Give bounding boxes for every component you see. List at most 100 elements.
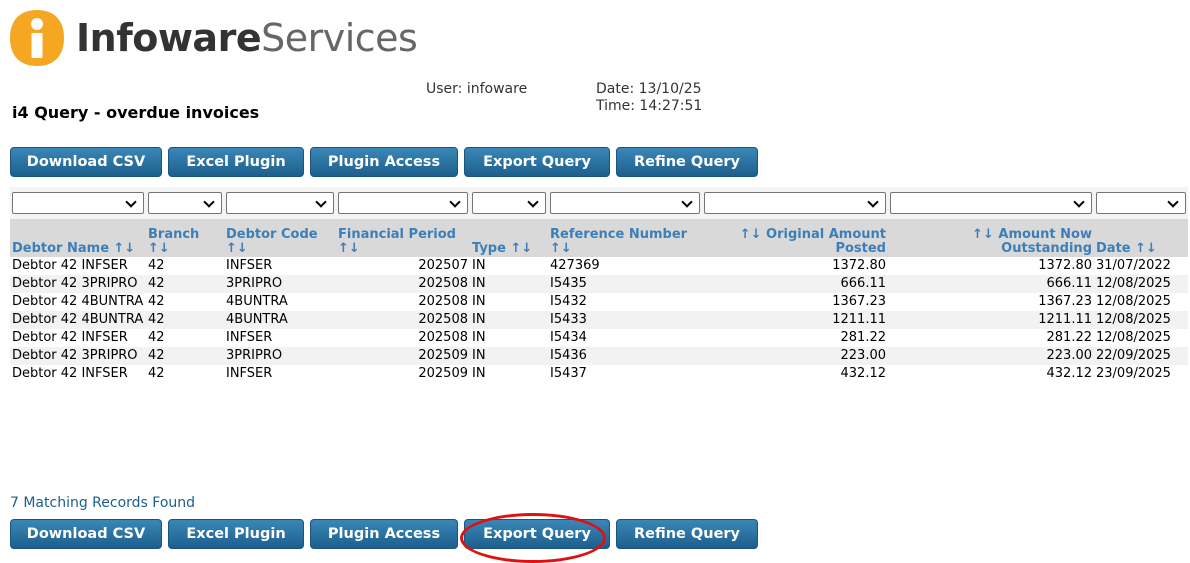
cell-financial-period: 202508 xyxy=(336,329,470,347)
excel-plugin-button[interactable]: Excel Plugin xyxy=(168,519,304,549)
cell-reference-number: I5432 xyxy=(548,293,702,311)
cell-type: IN xyxy=(470,347,548,365)
download-csv-button[interactable]: Download CSV xyxy=(10,147,162,177)
user-label: User: infoware xyxy=(426,81,528,97)
cell-original-amount: 223.00 xyxy=(702,347,888,365)
cell-debtor-name: Debtor 42 INFSER xyxy=(10,257,146,275)
filter-date-select[interactable] xyxy=(1096,192,1186,214)
column-header-type[interactable]: Type ↑↓ xyxy=(470,219,548,257)
cell-branch: 42 xyxy=(146,257,224,275)
cell-debtor-code: INFSER xyxy=(224,329,336,347)
cell-amount-outstanding: 1372.80 xyxy=(888,257,1094,275)
cell-debtor-name: Debtor 42 INFSER xyxy=(10,329,146,347)
cell-financial-period: 202507 xyxy=(336,257,470,275)
filter-debtor-name-select[interactable] xyxy=(12,192,144,214)
table-row: Debtor 42 3PRIPRO 42 3PRIPRO 202508 IN I… xyxy=(10,275,1188,293)
column-header-branch[interactable]: Branch ↑↓ xyxy=(146,219,224,257)
cell-reference-number: I5437 xyxy=(548,365,702,383)
export-query-button[interactable]: Export Query xyxy=(464,519,610,549)
page-title: i4 Query - overdue invoices xyxy=(12,103,260,122)
filter-branch-select[interactable] xyxy=(148,192,222,214)
cell-date: 12/08/2025 xyxy=(1094,293,1188,311)
header-row: Debtor Name ↑↓ Branch ↑↓ Debtor Code ↑↓ … xyxy=(10,219,1188,257)
cell-branch: 42 xyxy=(146,329,224,347)
filter-original-amount-select[interactable] xyxy=(704,192,886,214)
column-header-debtor-code[interactable]: Debtor Code ↑↓ xyxy=(224,219,336,257)
cell-reference-number: I5436 xyxy=(548,347,702,365)
cell-amount-outstanding: 666.11 xyxy=(888,275,1094,293)
results-table: Debtor Name ↑↓ Branch ↑↓ Debtor Code ↑↓ … xyxy=(10,187,1188,383)
cell-debtor-code: 4BUNTRA xyxy=(224,311,336,329)
cell-reference-number: I5434 xyxy=(548,329,702,347)
cell-date: 12/08/2025 xyxy=(1094,275,1188,293)
cell-original-amount: 1372.80 xyxy=(702,257,888,275)
cell-type: IN xyxy=(470,257,548,275)
table-row: Debtor 42 INFSER 42 INFSER 202507 IN 427… xyxy=(10,257,1188,275)
filter-row xyxy=(10,187,1188,219)
column-header-amount-outstanding[interactable]: ↑↓ Amount Now Outstanding xyxy=(888,219,1094,257)
cell-financial-period: 202508 xyxy=(336,293,470,311)
cell-debtor-code: 4BUNTRA xyxy=(224,293,336,311)
table-row: Debtor 42 4BUNTRA 42 4BUNTRA 202508 IN I… xyxy=(10,293,1188,311)
cell-date: 12/08/2025 xyxy=(1094,329,1188,347)
cell-financial-period: 202509 xyxy=(336,347,470,365)
cell-amount-outstanding: 1211.11 xyxy=(888,311,1094,329)
cell-branch: 42 xyxy=(146,347,224,365)
cell-debtor-name: Debtor 42 INFSER xyxy=(10,365,146,383)
filter-amount-outstanding-select[interactable] xyxy=(890,192,1092,214)
cell-original-amount: 1367.23 xyxy=(702,293,888,311)
info-icon xyxy=(10,10,64,66)
cell-debtor-code: INFSER xyxy=(224,257,336,275)
cell-type: IN xyxy=(470,293,548,311)
column-header-financial-period[interactable]: Financial Period ↑↓ xyxy=(336,219,470,257)
export-query-button[interactable]: Export Query xyxy=(464,147,610,177)
cell-branch: 42 xyxy=(146,275,224,293)
cell-original-amount: 666.11 xyxy=(702,275,888,293)
cell-debtor-name: Debtor 42 4BUNTRA xyxy=(10,311,146,329)
brand-name: InfowareServices xyxy=(76,8,418,68)
filter-financial-period-select[interactable] xyxy=(338,192,468,214)
cell-type: IN xyxy=(470,311,548,329)
cell-date: 22/09/2025 xyxy=(1094,347,1188,365)
plugin-access-button[interactable]: Plugin Access xyxy=(310,147,458,177)
cell-financial-period: 202509 xyxy=(336,365,470,383)
cell-amount-outstanding: 432.12 xyxy=(888,365,1094,383)
cell-debtor-name: Debtor 42 3PRIPRO xyxy=(10,275,146,293)
bottom-toolbar: Download CSV Excel Plugin Plugin Access … xyxy=(10,519,758,549)
table-row: Debtor 42 4BUNTRA 42 4BUNTRA 202508 IN I… xyxy=(10,311,1188,329)
cell-date: 23/09/2025 xyxy=(1094,365,1188,383)
cell-debtor-name: Debtor 42 3PRIPRO xyxy=(10,347,146,365)
cell-branch: 42 xyxy=(146,293,224,311)
filter-type-select[interactable] xyxy=(472,192,546,214)
column-header-debtor-name[interactable]: Debtor Name ↑↓ xyxy=(10,219,146,257)
column-header-reference-number[interactable]: Reference Number ↑↓ xyxy=(548,219,702,257)
cell-original-amount: 281.22 xyxy=(702,329,888,347)
cell-financial-period: 202508 xyxy=(336,311,470,329)
cell-debtor-name: Debtor 42 4BUNTRA xyxy=(10,293,146,311)
plugin-access-button[interactable]: Plugin Access xyxy=(310,519,458,549)
infoware-logo: InfowareServices xyxy=(8,8,418,68)
column-header-original-amount[interactable]: ↑↓ Original Amount Posted xyxy=(702,219,888,257)
filter-reference-number-select[interactable] xyxy=(550,192,700,214)
cell-reference-number: 427369 xyxy=(548,257,702,275)
cell-debtor-code: 3PRIPRO xyxy=(224,347,336,365)
cell-reference-number: I5433 xyxy=(548,311,702,329)
column-header-date[interactable]: Date ↑↓ xyxy=(1094,219,1188,257)
excel-plugin-button[interactable]: Excel Plugin xyxy=(168,147,304,177)
cell-branch: 42 xyxy=(146,365,224,383)
cell-type: IN xyxy=(470,329,548,347)
cell-original-amount: 1211.11 xyxy=(702,311,888,329)
cell-date: 31/07/2022 xyxy=(1094,257,1188,275)
download-csv-button[interactable]: Download CSV xyxy=(10,519,162,549)
cell-reference-number: I5435 xyxy=(548,275,702,293)
filter-debtor-code-select[interactable] xyxy=(226,192,334,214)
refine-query-button[interactable]: Refine Query xyxy=(616,519,758,549)
cell-amount-outstanding: 223.00 xyxy=(888,347,1094,365)
cell-amount-outstanding: 281.22 xyxy=(888,329,1094,347)
date-label: Date: 13/10/25 xyxy=(596,81,702,97)
cell-amount-outstanding: 1367.23 xyxy=(888,293,1094,311)
refine-query-button[interactable]: Refine Query xyxy=(616,147,758,177)
cell-date: 12/08/2025 xyxy=(1094,311,1188,329)
table-row: Debtor 42 INFSER 42 INFSER 202509 IN I54… xyxy=(10,365,1188,383)
time-label: Time: 14:27:51 xyxy=(596,98,703,114)
